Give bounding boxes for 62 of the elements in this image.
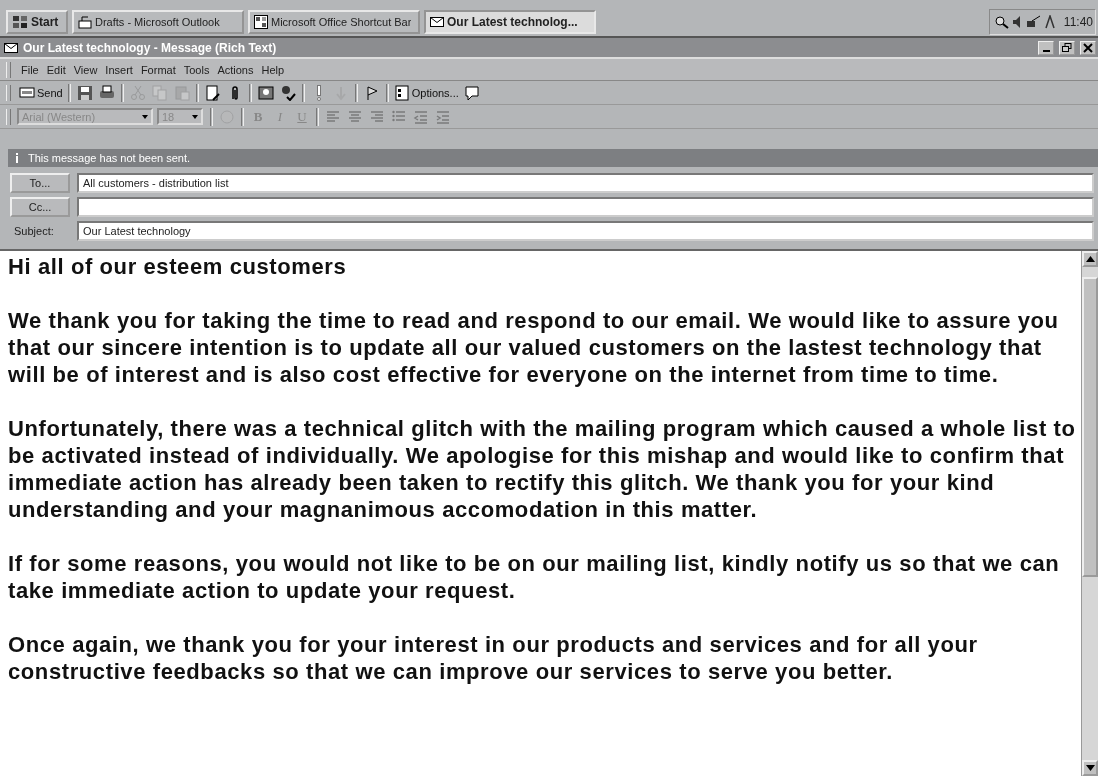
copy-icon: [151, 84, 168, 101]
info-icon: [14, 153, 20, 163]
vertical-scrollbar[interactable]: [1081, 251, 1098, 776]
send-button[interactable]: Send: [17, 82, 65, 103]
cc-button[interactable]: Cc...: [10, 197, 70, 217]
outbox-icon: [78, 15, 92, 29]
minimize-icon: [1042, 49, 1050, 52]
down-arrow-icon: [1085, 765, 1095, 771]
align-right-icon: [369, 108, 385, 125]
grid-icon: [254, 15, 268, 29]
close-icon: [1082, 41, 1094, 54]
restore-button[interactable]: [1059, 40, 1075, 55]
document-icon: [204, 84, 221, 101]
body-paragraph: We thank you for taking the time to read and respond to our email. We would like to assure you that our sincere intention is to update all our valued customers on the lastest technology that will be of interest and is also cost effective for everyone on the internet from time to time.: [8, 307, 1060, 388]
clock: 11:40: [1063, 15, 1093, 29]
magnifier-icon: [993, 15, 1010, 29]
window-title: Our Latest technology - Message (Rich Text): [23, 40, 277, 55]
body-paragraph: If for some reasons, you would not like to be on our mailing list, kindly notify us so that we can take immediate action to update your request.: [8, 550, 1061, 604]
envelope-icon: [4, 41, 18, 54]
help-icon: [463, 84, 480, 101]
body-paragraph: Hi all of our esteem customers: [8, 253, 348, 280]
menu-item[interactable]: File: [17, 63, 43, 76]
scroll-up-button[interactable]: [1082, 251, 1098, 267]
check-names-icon: [279, 84, 296, 101]
info-text: This message has not been sent.: [28, 152, 191, 164]
menu-item[interactable]: View: [69, 63, 102, 76]
minimize-button[interactable]: [1038, 40, 1054, 55]
body-paragraph: Once again, we thank you for your interest in our products and services and for all your constructive feedbacks so that we can improve our services to serve you better.: [8, 631, 979, 685]
body-paragraph: Unfortunately, there was a technical glitch with the mailing program which caused a whole list to be activated instead of individually. We apologise for this mishap and would like to confirm that immediate action has already been taken to rectify this glitch. We thank you for your kind understanding and your magnanimous accomodation in this matter.: [8, 415, 1077, 523]
printer-icon: [98, 84, 115, 101]
address-book-icon: [257, 84, 274, 101]
cc-field[interactable]: [77, 197, 1094, 217]
send-icon: [19, 84, 35, 101]
scroll-down-button[interactable]: [1082, 760, 1098, 776]
align-left-icon: [325, 108, 341, 125]
outdent-icon: [413, 108, 429, 125]
start-button[interactable]: Start: [6, 10, 68, 34]
clipboard-icon: [173, 84, 190, 101]
subject-field[interactable]: Our Latest technology: [77, 221, 1094, 241]
options-button[interactable]: Options...: [391, 82, 461, 103]
indent-icon: [435, 108, 451, 125]
to-field[interactable]: All customers - distribution list: [77, 173, 1094, 193]
to-button[interactable]: To...: [10, 173, 70, 193]
menu-item[interactable]: Edit: [42, 63, 70, 76]
align-center-icon: [347, 108, 363, 125]
restore-icon: [1061, 41, 1073, 54]
windows-logo-icon: [12, 15, 28, 29]
close-button[interactable]: [1080, 40, 1096, 55]
up-arrow-icon: [1085, 256, 1095, 262]
options-icon: [393, 84, 410, 101]
menu-item[interactable]: Tools: [179, 63, 214, 76]
exclamation-icon: [315, 84, 322, 101]
menu-item[interactable]: Format: [136, 63, 180, 76]
menu-item[interactable]: Help: [257, 63, 289, 76]
menu-item[interactable]: Insert: [101, 63, 137, 76]
menu-item[interactable]: Actions: [213, 63, 258, 76]
scissors-icon: [129, 84, 146, 101]
subject-label: Subject:: [13, 225, 55, 237]
taskbar-button[interactable]: Our Latest technolog...: [424, 10, 596, 34]
envelope-icon: [430, 15, 444, 29]
taskbar-button[interactable]: Drafts - Microsoft Outlook: [72, 10, 244, 34]
taskbar-button[interactable]: Microsoft Office Shortcut Bar: [248, 10, 420, 34]
